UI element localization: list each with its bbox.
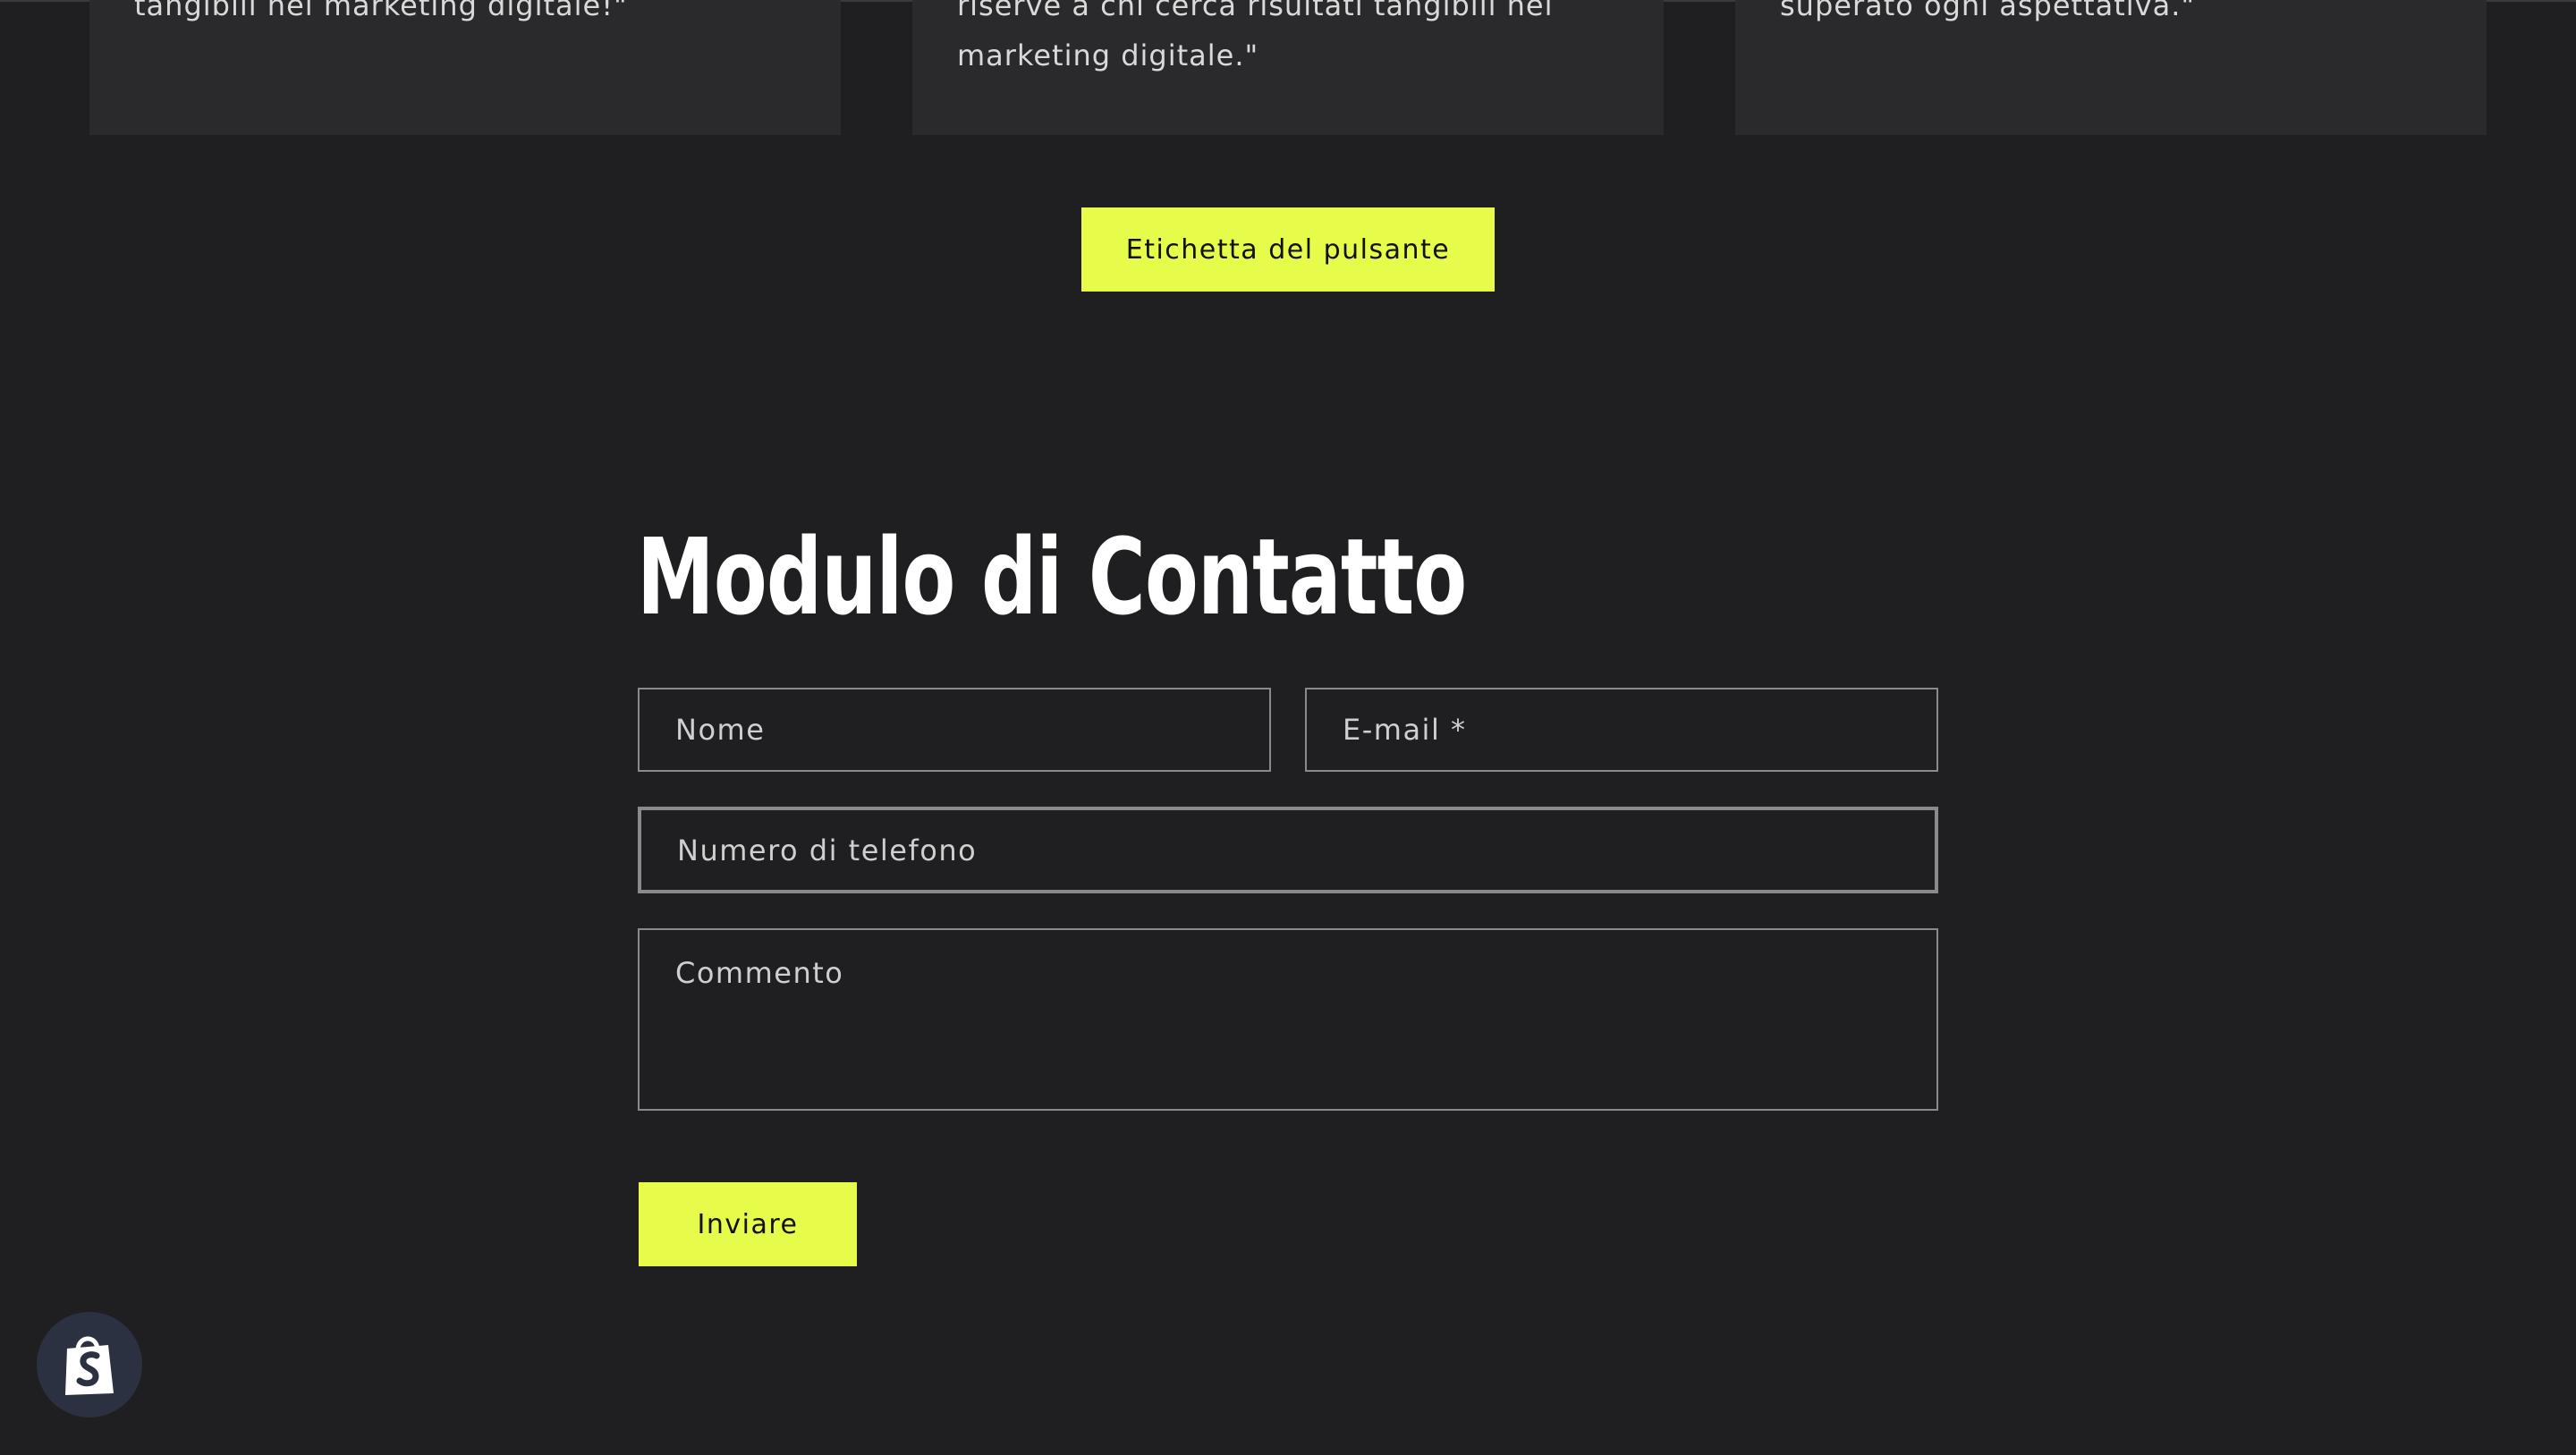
name-field[interactable] bbox=[640, 689, 1269, 770]
comment-field-wrapper bbox=[638, 928, 1938, 1111]
testimonial-card: tangibili nel marketing digitale!" bbox=[89, 0, 841, 135]
shop-badge-button[interactable] bbox=[37, 1312, 142, 1417]
email-field-wrapper bbox=[1305, 688, 1938, 772]
phone-field-wrapper bbox=[638, 807, 1938, 893]
submit-button[interactable]: Inviare bbox=[639, 1182, 857, 1266]
shopify-bag-icon bbox=[65, 1336, 114, 1395]
name-field-wrapper bbox=[638, 688, 1271, 772]
testimonial-quote: superato ogni aspettativa." bbox=[1780, 0, 2196, 22]
testimonial-card: riserve a chi cerca risultati tangibili … bbox=[912, 0, 1664, 135]
testimonial-quote: tangibili nel marketing digitale!" bbox=[134, 0, 628, 22]
cta-button[interactable]: Etichetta del pulsante bbox=[1081, 207, 1495, 292]
comment-field[interactable] bbox=[640, 930, 1936, 1109]
contact-form-title: Modulo di Contatto bbox=[637, 515, 1467, 639]
email-field[interactable] bbox=[1307, 689, 1936, 770]
phone-field[interactable] bbox=[641, 810, 1935, 890]
testimonial-quote: riserve a chi cerca risultati tangibili … bbox=[957, 0, 1554, 72]
testimonial-card: superato ogni aspettativa." bbox=[1735, 0, 2487, 135]
